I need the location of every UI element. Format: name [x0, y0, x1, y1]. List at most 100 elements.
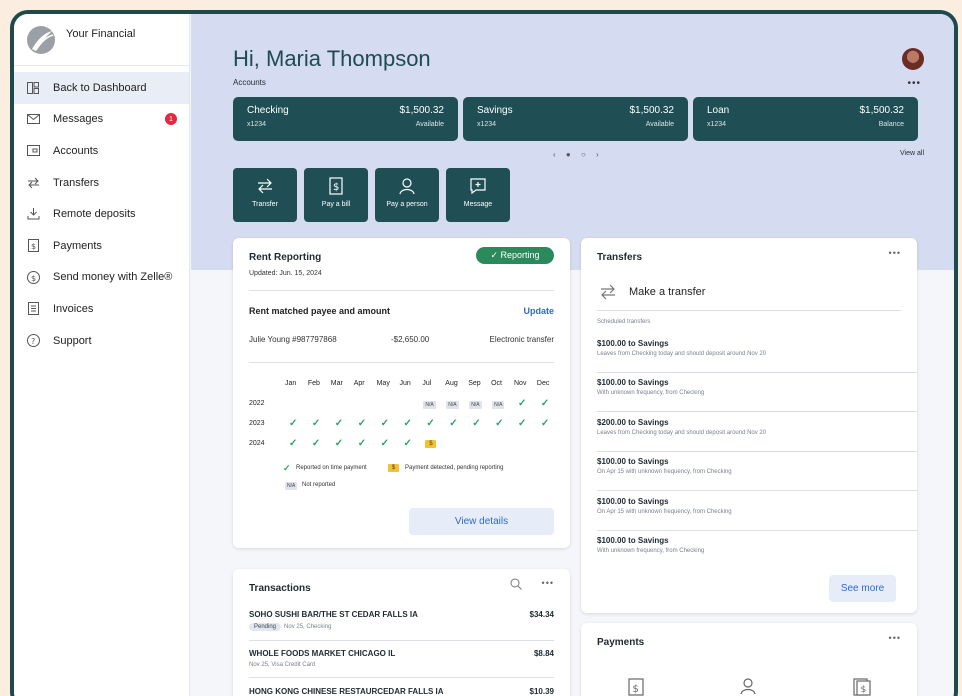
transfer-desc: On Apr 15 with unknown frequency, from C…: [597, 469, 732, 476]
merchant: SOHO SUSHI BAR/THE ST CEDAR FALLS IA: [249, 610, 418, 619]
check-icon: ✓: [540, 418, 550, 429]
brand[interactable]: Your Financial: [14, 14, 189, 66]
pending-icon: $: [388, 464, 399, 472]
sidebar-item-label: Support: [53, 334, 92, 347]
carousel-pager[interactable]: ‹ ● ○ ›: [553, 150, 603, 159]
account-number: x1234: [247, 121, 267, 128]
transfer-desc: Leaves from Checking today and should de…: [597, 429, 767, 436]
tx-desc: Nov 25, Visa Credit Card: [249, 662, 316, 668]
table-row[interactable]: WHOLE FOODS MARKET CHICAGO IL $8.84 Nov …: [249, 649, 554, 668]
account-card-checking[interactable]: Checking x1234 $1,500.32 Available: [233, 97, 458, 141]
view-details-button[interactable]: View details: [409, 508, 554, 535]
payment-method: Electronic transfer: [489, 335, 554, 344]
account-name: Loan: [707, 105, 730, 116]
sidebar-item-accounts[interactable]: Accounts: [14, 135, 189, 167]
check-icon: ✓: [289, 438, 298, 449]
page-title: Hi, Maria Thompson: [233, 46, 431, 71]
quick-action-label: Pay a person: [386, 201, 428, 208]
quick-action-pay-person[interactable]: Pay a person: [375, 168, 439, 222]
rent-amount: -$2,650.00: [391, 335, 430, 344]
check-icon: ✓: [334, 438, 344, 449]
list-item[interactable]: $100.00 to Savings On Apr 15 with unknown…: [597, 457, 917, 475]
accounts-label: Accounts: [233, 78, 266, 87]
year-label: 2024: [249, 440, 265, 447]
sidebar-item-remote-deposits[interactable]: Remote deposits: [14, 198, 189, 230]
main-content: Hi, Maria Thompson Accounts ••• Checking…: [191, 14, 954, 696]
quick-action-transfer[interactable]: Transfer: [233, 168, 297, 222]
account-amount: $1,500.32: [399, 105, 445, 116]
month-label: Nov: [514, 380, 527, 387]
svg-text:$: $: [31, 274, 36, 283]
quick-action-label: Pay a bill: [321, 201, 351, 208]
month-label: Jan: [285, 380, 297, 387]
na-tag: N/A: [446, 401, 459, 409]
table-row[interactable]: SOHO SUSHI BAR/THE ST CEDAR FALLS IA $34…: [249, 610, 554, 631]
list-item[interactable]: $100.00 to Savings With unknown frequency…: [597, 378, 917, 396]
quick-action-label: Message: [463, 201, 493, 208]
account-card-savings[interactable]: Savings x1234 $1,500.32 Available: [463, 97, 688, 141]
avatar[interactable]: [902, 48, 924, 70]
account-number: x1234: [707, 121, 727, 128]
amount: $10.39: [529, 687, 554, 696]
legend-na: Not reported: [302, 482, 336, 488]
merchant: HONG KONG CHINESE RESTAURCEDAR FALLS IA: [249, 687, 444, 696]
check-icon: ✓: [380, 438, 389, 449]
table-row[interactable]: HONG KONG CHINESE RESTAURCEDAR FALLS IA …: [249, 687, 554, 696]
na-tag: N/A: [285, 482, 298, 490]
sidebar-item-payments[interactable]: $ Payments: [14, 230, 189, 262]
sidebar-item-label: Transfers: [53, 176, 100, 189]
list-item[interactable]: $100.00 to Savings With unknown frequency…: [597, 536, 917, 554]
list-item[interactable]: $100.00 to Savings On Apr 15 with unknown…: [597, 497, 917, 515]
divider: [597, 450, 917, 452]
account-card-loan[interactable]: Loan x1234 $1,500.32 Balance: [693, 97, 918, 141]
transfers-more-button[interactable]: •••: [889, 248, 901, 258]
svg-text:$: $: [633, 684, 639, 695]
transfer-desc: With unknown frequency, from Checking: [597, 390, 705, 397]
sidebar-item-dashboard[interactable]: Back to Dashboard: [14, 72, 189, 104]
invoice-icon[interactable]: $: [853, 678, 871, 696]
payments-more-button[interactable]: •••: [889, 633, 901, 643]
update-link[interactable]: Update: [523, 306, 554, 316]
message-icon: [470, 178, 486, 195]
month-label: Apr: [353, 380, 365, 387]
search-icon[interactable]: [510, 578, 522, 590]
app-window: Your Financial Back to Dashboard Message…: [10, 10, 958, 696]
quick-action-message[interactable]: Message: [446, 168, 510, 222]
check-icon: ✓: [311, 418, 321, 429]
divider: [249, 362, 554, 363]
view-all-link[interactable]: View all: [900, 150, 924, 157]
sidebar-item-support[interactable]: ? Support: [14, 325, 189, 357]
person-icon[interactable]: [739, 677, 757, 695]
quick-action-pay-bill[interactable]: $ Pay a bill: [304, 168, 368, 222]
year-label: 2023: [249, 420, 265, 427]
svg-text:$: $: [31, 242, 36, 251]
list-item[interactable]: $200.00 to Savings Leaves from Checking t…: [597, 418, 917, 436]
account-status: Balance: [878, 121, 904, 128]
month-label: Sep: [468, 380, 481, 387]
sidebar-item-zelle[interactable]: $ Send money with Zelle®: [14, 262, 189, 294]
transactions-more-button[interactable]: •••: [542, 578, 554, 588]
sidebar-item-transfers[interactable]: Transfers: [14, 167, 189, 199]
check-icon: ✓: [403, 418, 412, 429]
month-label: Oct: [491, 380, 502, 387]
check-icon: ✓: [380, 418, 389, 429]
check-icon: ✓: [403, 438, 412, 449]
sidebar-item-invoices[interactable]: Invoices: [14, 293, 189, 325]
person-icon: [399, 178, 415, 195]
accounts-more-button[interactable]: •••: [907, 78, 921, 89]
legend-ontime: Reported on time payment: [296, 465, 367, 471]
tx-desc: Nov 25, Checking: [284, 624, 332, 630]
divider: [597, 529, 917, 531]
account-status: Available: [645, 121, 674, 128]
transfer-title: $100.00 to Savings: [597, 378, 669, 388]
transfers-card: Transfers ••• Make a transfer Scheduled …: [581, 238, 917, 613]
brand-name: Your Financial: [66, 27, 136, 40]
sidebar-item-messages[interactable]: Messages 1: [14, 104, 189, 136]
make-transfer-link[interactable]: Make a transfer: [629, 286, 705, 298]
bill-icon[interactable]: $: [628, 678, 644, 696]
check-icon: ✓: [289, 418, 298, 429]
list-item[interactable]: $100.00 to Savings Leaves from Checking t…: [597, 339, 917, 357]
month-label: Jun: [399, 380, 411, 387]
see-more-button[interactable]: See more: [829, 575, 896, 602]
check-icon: ✓: [540, 398, 550, 409]
